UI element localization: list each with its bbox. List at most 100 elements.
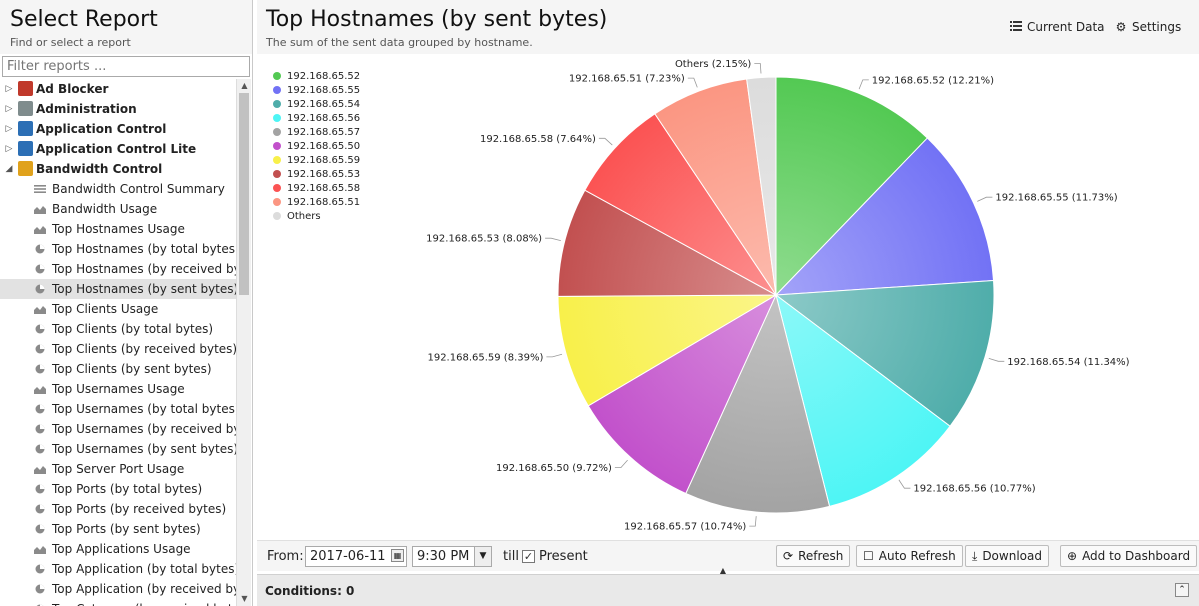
report-tree-scrollbar[interactable]: ▲ ▼ xyxy=(236,79,251,606)
pie-label-connector xyxy=(988,358,1005,362)
pie-slice-label: 192.168.65.56 (10.77%) xyxy=(913,484,1035,495)
tree-item-label: Top Category (by received bytes) xyxy=(52,599,236,606)
tree-report-item[interactable]: Top Clients Usage xyxy=(0,299,236,319)
tree-item-label: Application Control Lite xyxy=(36,142,197,156)
tree-item-label: Bandwidth Control Summary xyxy=(52,182,225,196)
bandwidth-control-icon xyxy=(18,161,33,176)
report-selector-header: Select Report Find or select a report xyxy=(0,0,252,54)
chevron-down-icon[interactable]: ▼ xyxy=(474,547,491,566)
pie-slice-label: 192.168.65.54 (11.34%) xyxy=(1007,357,1129,368)
pie-chart-icon xyxy=(35,484,45,494)
pie-label-connector xyxy=(614,459,628,468)
report-selector-panel: Select Report Find or select a report ▷ A… xyxy=(0,0,253,606)
tree-item-label: Bandwidth Control xyxy=(36,162,163,176)
tree-item-label: Top Clients (by sent bytes) xyxy=(52,362,212,376)
area-chart-icon xyxy=(34,546,46,554)
pie-chart-icon xyxy=(35,264,45,274)
tree-item-label: Ad Blocker xyxy=(36,82,109,96)
tree-report-item[interactable]: Bandwidth Usage xyxy=(0,199,236,219)
tree-report-item[interactable]: Top Hostnames Usage xyxy=(0,219,236,239)
tree-item-label: Top Ports (by total bytes) xyxy=(52,482,203,496)
pie-slice-label: 192.168.65.59 (8.39%) xyxy=(427,352,543,363)
tree-report-item[interactable]: Top Usernames (by total bytes) xyxy=(0,399,236,419)
tree-report-item[interactable]: Top Usernames (by received bytes) xyxy=(0,419,236,439)
pie-label-connector xyxy=(749,516,757,527)
tree-item-label: Top Ports (by received bytes) xyxy=(52,502,227,516)
expand-arrow-icon[interactable]: ▷ xyxy=(4,119,14,139)
pie-chart-icon xyxy=(35,504,45,514)
tree-report-item[interactable]: Top Applications Usage xyxy=(0,539,236,559)
tree-category[interactable]: ▷ Application Control Lite xyxy=(0,139,236,159)
pie-slice-label: 192.168.65.58 (7.64%) xyxy=(480,134,596,145)
tree-category[interactable]: ▷ Ad Blocker xyxy=(0,79,236,99)
calendar-icon[interactable]: ▦ xyxy=(391,549,404,562)
tree-report-item[interactable]: Top Usernames (by sent bytes) xyxy=(0,439,236,459)
text-report-icon xyxy=(34,185,46,193)
collapse-arrow-icon[interactable]: ◢ xyxy=(4,159,14,179)
gear-icon: ⚙ xyxy=(1115,20,1127,34)
settings-button[interactable]: ⚙ Settings xyxy=(1114,18,1182,36)
tree-category[interactable]: ▷ Administration xyxy=(0,99,236,119)
scroll-up-arrow-icon[interactable]: ▲ xyxy=(237,79,252,93)
tree-report-item[interactable]: Top Application (by total bytes) xyxy=(0,559,236,579)
area-chart-icon xyxy=(34,386,46,394)
tree-report-item[interactable]: Top Hostnames (by total bytes) xyxy=(0,239,236,259)
expand-arrow-icon[interactable]: ▷ xyxy=(4,139,14,159)
tree-report-item[interactable]: Top Ports (by sent bytes) xyxy=(0,519,236,539)
pie-chart-icon xyxy=(35,324,45,334)
scroll-thumb[interactable] xyxy=(239,93,249,295)
pie-chart: 192.168.65.52 (12.21%) 192.168.65.55 (11.… xyxy=(426,59,1129,533)
auto-refresh-button[interactable]: ☐ Auto Refresh xyxy=(856,545,963,567)
tree-report-item[interactable]: Top Usernames Usage xyxy=(0,379,236,399)
pie-label-connector xyxy=(598,137,613,146)
current-data-label: Current Data xyxy=(1027,20,1105,34)
tree-report-item[interactable]: Top Application (by received bytes) xyxy=(0,579,236,599)
tree-report-item[interactable]: Top Hostnames (by sent bytes) xyxy=(0,279,236,299)
from-label: From: xyxy=(267,549,304,564)
tree-report-item[interactable]: Bandwidth Control Summary xyxy=(0,179,236,199)
tree-report-item[interactable]: Top Server Port Usage xyxy=(0,459,236,479)
tree-report-item[interactable]: Top Category (by received bytes) xyxy=(0,599,236,606)
tree-item-label: Bandwidth Usage xyxy=(52,202,158,216)
pie-slice-label: 192.168.65.51 (7.23%) xyxy=(569,74,685,85)
expand-arrow-icon[interactable]: ▷ xyxy=(4,99,14,119)
pie-slice-label: 192.168.65.50 (9.72%) xyxy=(496,463,612,474)
download-button[interactable]: ⤓ Download xyxy=(965,545,1049,567)
checkbox-empty-icon: ☐ xyxy=(863,549,874,563)
report-header: Top Hostnames (by sent bytes) The sum of… xyxy=(257,0,1199,54)
expand-arrow-icon[interactable]: ▷ xyxy=(4,79,14,99)
pie-chart-icon xyxy=(35,244,45,254)
add-to-dashboard-button[interactable]: ⊕ Add to Dashboard xyxy=(1060,545,1198,567)
refresh-label: Refresh xyxy=(798,549,844,563)
pie-label-connector xyxy=(898,479,911,489)
list-icon xyxy=(1009,18,1023,36)
tree-category[interactable]: ◢ Bandwidth Control xyxy=(0,159,236,179)
pie-chart-icon xyxy=(35,364,45,374)
report-view: Top Hostnames (by sent bytes) The sum of… xyxy=(257,0,1199,606)
tree-report-item[interactable]: Top Clients (by sent bytes) xyxy=(0,359,236,379)
tree-report-item[interactable]: Top Hostnames (by received byte... xyxy=(0,259,236,279)
tree-report-item[interactable]: Top Clients (by received bytes) xyxy=(0,339,236,359)
area-chart-icon xyxy=(34,206,46,214)
current-data-button[interactable]: Current Data xyxy=(1009,18,1105,36)
administration-icon xyxy=(18,101,33,116)
conditions-bar[interactable]: Conditions: 0 ⌃ xyxy=(257,574,1199,606)
ad-blocker-icon xyxy=(18,81,33,96)
tree-item-label: Top Usernames (by sent bytes) xyxy=(52,442,236,456)
area-chart-icon xyxy=(34,466,46,474)
tree-report-item[interactable]: Top Clients (by total bytes) xyxy=(0,319,236,339)
tree-report-item[interactable]: Top Ports (by received bytes) xyxy=(0,499,236,519)
pie-label-connector xyxy=(546,353,563,358)
expand-up-icon[interactable]: ⌃ xyxy=(1175,583,1189,597)
tree-report-item[interactable]: Top Ports (by total bytes) xyxy=(0,479,236,499)
plus-circle-icon: ⊕ xyxy=(1067,549,1078,563)
download-label: Download xyxy=(982,549,1042,563)
tree-item-label: Top Hostnames (by total bytes) xyxy=(52,242,236,256)
pie-chart-icon xyxy=(35,344,45,354)
present-checkbox[interactable]: ✓ xyxy=(522,550,535,563)
refresh-button[interactable]: ⟳ Refresh xyxy=(776,545,851,567)
tree-category[interactable]: ▷ Application Control xyxy=(0,119,236,139)
scroll-down-arrow-icon[interactable]: ▼ xyxy=(237,592,252,606)
filter-reports-input[interactable] xyxy=(2,56,250,77)
tree-item-label: Top Clients Usage xyxy=(52,302,159,316)
